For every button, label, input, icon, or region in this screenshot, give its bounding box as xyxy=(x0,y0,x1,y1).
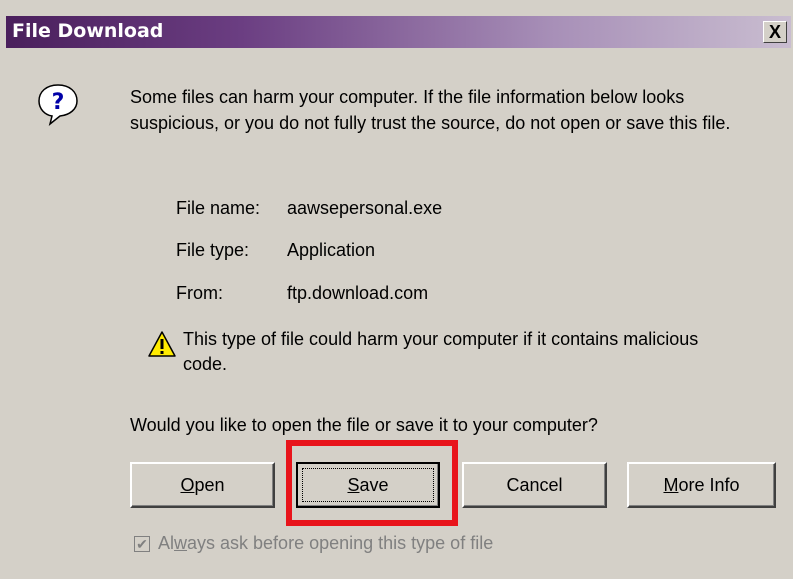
warning-message: This type of file could harm your comput… xyxy=(183,329,699,374)
always-ask-label: Always ask before opening this type of f… xyxy=(158,533,493,554)
file-download-dialog: File Download X ? Some files can harm yo… xyxy=(0,0,793,579)
open-button[interactable]: Open xyxy=(130,462,275,508)
checkmark-icon: ✔ xyxy=(136,535,148,552)
close-icon: X xyxy=(768,22,781,42)
file-name-value: aawsepersonal.exe xyxy=(287,198,443,218)
svg-text:?: ? xyxy=(52,90,65,115)
close-button[interactable]: X xyxy=(763,21,787,43)
always-ask-label-pre: Al xyxy=(158,533,175,553)
dialog-title: File Download xyxy=(12,20,164,42)
always-ask-option: ✔ Always ask before opening this type of… xyxy=(134,533,493,554)
save-button-focus-ring xyxy=(302,468,434,502)
always-ask-checkbox[interactable]: ✔ xyxy=(134,535,150,552)
file-type-label: File type: xyxy=(176,240,250,260)
cancel-button-label: Cancel xyxy=(506,474,563,495)
more-info-button[interactable]: More Info xyxy=(627,462,776,508)
from-value: ftp.download.com xyxy=(287,283,429,303)
from-label: From: xyxy=(176,283,223,303)
question-icon: ? xyxy=(38,84,78,126)
warning-icon xyxy=(148,331,176,357)
save-button[interactable]: Save xyxy=(296,462,440,508)
open-button-label: pen xyxy=(194,474,225,495)
always-ask-label-post: ays ask before opening this type of file xyxy=(187,533,494,553)
file-name-label: File name: xyxy=(176,198,261,218)
cancel-button[interactable]: Cancel xyxy=(462,462,607,508)
more-info-button-label: ore Info xyxy=(678,474,740,495)
open-or-save-prompt: Would you like to open the file or save … xyxy=(130,415,598,435)
title-bar: File Download X xyxy=(6,16,791,48)
security-message: Some files can harm your computer. If th… xyxy=(130,87,731,133)
open-button-accel: O xyxy=(180,474,195,495)
more-info-button-accel: M xyxy=(663,474,679,495)
file-type-value: Application xyxy=(287,240,376,260)
always-ask-label-accel: w xyxy=(174,533,188,553)
